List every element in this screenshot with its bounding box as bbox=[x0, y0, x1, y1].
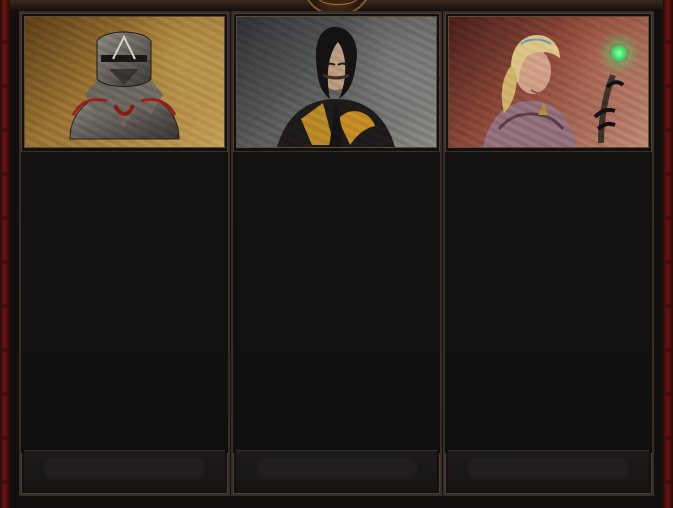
character-details-area bbox=[445, 151, 652, 453]
dark-man-portrait[interactable] bbox=[236, 16, 437, 148]
left-frame-rail bbox=[0, 0, 10, 508]
dark-robed-man-icon bbox=[277, 26, 395, 147]
armored-warrior-icon bbox=[69, 31, 180, 140]
character-select-screen bbox=[0, 0, 673, 508]
empty-footer-slot[interactable] bbox=[236, 450, 437, 491]
sorceress-portrait[interactable] bbox=[448, 16, 649, 148]
warrior-portrait[interactable] bbox=[24, 16, 225, 148]
empty-footer-slot[interactable] bbox=[448, 450, 649, 491]
green-orb-icon bbox=[609, 43, 629, 63]
sorceress-icon bbox=[483, 35, 625, 147]
empty-footer-slot[interactable] bbox=[24, 450, 225, 491]
character-panel-dark-man[interactable] bbox=[231, 11, 442, 496]
character-details-area bbox=[21, 151, 228, 453]
right-frame-rail bbox=[663, 0, 673, 508]
character-panel-sorceress[interactable] bbox=[443, 11, 654, 496]
character-details-area bbox=[233, 151, 440, 453]
character-panel-warrior[interactable] bbox=[19, 11, 230, 496]
